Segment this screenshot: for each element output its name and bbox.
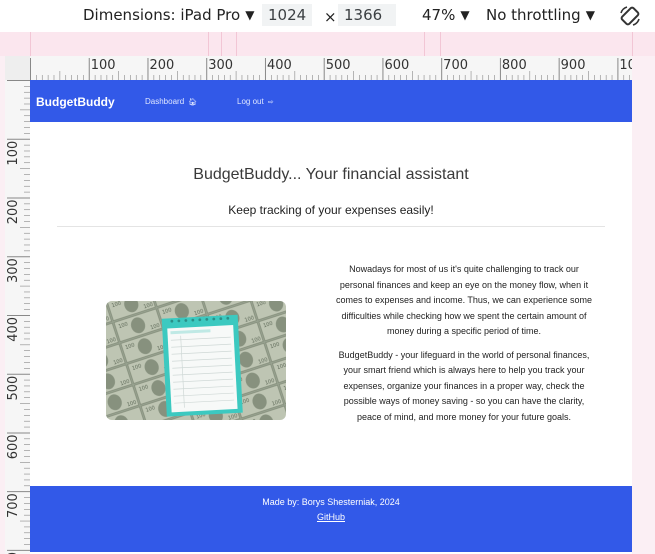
ruler-top-label: 400: [267, 58, 292, 73]
home-icon: 🏠︎: [188, 99, 198, 106]
ruler-left-label: 400: [6, 317, 21, 342]
footer: Made by: Borys Shesterniak, 2024 GitHub: [30, 486, 632, 552]
throttling-dropdown[interactable]: No throttling ▼: [486, 6, 595, 24]
caret-down-icon: ▼: [585, 8, 595, 22]
ruler-top-label: 1000: [619, 58, 632, 73]
device-dimensions-label: Dimensions: iPad Pro: [83, 6, 241, 24]
height-input[interactable]: 1366: [338, 4, 396, 26]
description-paragraph-2: BudgetBuddy - your lifeguard in the worl…: [338, 349, 590, 422]
throttling-label: No throttling: [486, 6, 581, 24]
zoom-dropdown[interactable]: 47% ▼: [422, 6, 470, 24]
caret-down-icon: ▼: [245, 8, 255, 22]
page-viewport: BudgetBuddy Dashboard 🏠︎ Log out ⇨ BudgetB…: [30, 80, 632, 554]
ruler-top-label: 700: [443, 58, 468, 73]
ruler-top: 100 200 300 400 500 600 700 800 900 1000: [30, 56, 632, 81]
footer-credit: Made by: Borys Shesterniak, 2024: [262, 497, 400, 507]
ruler-left-label: 100: [6, 141, 21, 166]
ruler-top-label: 100: [91, 58, 116, 73]
ruler-top-label: 200: [149, 58, 174, 73]
ruler-left: 100200300400500600700800: [5, 80, 31, 554]
caret-down-icon: ▼: [460, 8, 470, 22]
github-link[interactable]: GitHub: [317, 512, 345, 522]
navbar: BudgetBuddy Dashboard 🏠︎ Log out ⇨: [30, 80, 632, 122]
rotate-icon[interactable]: [618, 4, 642, 28]
ruler-top-label: 600: [384, 58, 409, 73]
ruler-left-label: 200: [6, 199, 21, 224]
ruler-corner: [5, 56, 30, 80]
brand-logo-text[interactable]: BudgetBuddy: [36, 95, 115, 109]
hero-image: 100 100: [106, 301, 286, 420]
ruler-left-label: 600: [6, 434, 21, 459]
ruler-top-label: 800: [502, 58, 527, 73]
nav-link-label: Log out: [237, 97, 264, 106]
money-notepad-illustration: 100 100: [106, 301, 286, 420]
device-dimensions-dropdown[interactable]: Dimensions: iPad Pro ▼: [83, 6, 254, 24]
zoom-label: 47%: [422, 6, 456, 24]
device-toolbar: Dimensions: iPad Pro ▼ 1024 × 1366 47% ▼ N…: [0, 0, 655, 32]
ruler-top-label: 300: [208, 58, 233, 73]
ruler-top-label: 900: [561, 58, 586, 73]
page-subtitle: Keep tracking of your expenses easily!: [228, 203, 434, 217]
logout-icon: ⇨: [267, 99, 274, 106]
times-symbol: ×: [324, 8, 337, 26]
width-input[interactable]: 1024: [262, 4, 312, 26]
media-query-bar: [0, 32, 655, 56]
description-text: Nowadays for most of us it's quite chall…: [336, 262, 592, 433]
nav-link-label: Dashboard: [145, 97, 185, 106]
nav-link-dashboard[interactable]: Dashboard 🏠︎: [145, 97, 197, 106]
nav-link-logout[interactable]: Log out ⇨: [237, 97, 274, 106]
page-title: BudgetBuddy... Your financial assistant: [193, 166, 469, 183]
description-paragraph-1: Nowadays for most of us it's quite chall…: [336, 264, 592, 336]
ruler-left-label: 500: [6, 376, 21, 401]
ruler-left-label: 300: [6, 258, 21, 283]
ruler-left-label: 700: [6, 493, 21, 518]
footer-github-wrapper: GitHub: [30, 512, 632, 522]
divider: [57, 226, 605, 227]
ruler-top-label: 500: [326, 58, 351, 73]
